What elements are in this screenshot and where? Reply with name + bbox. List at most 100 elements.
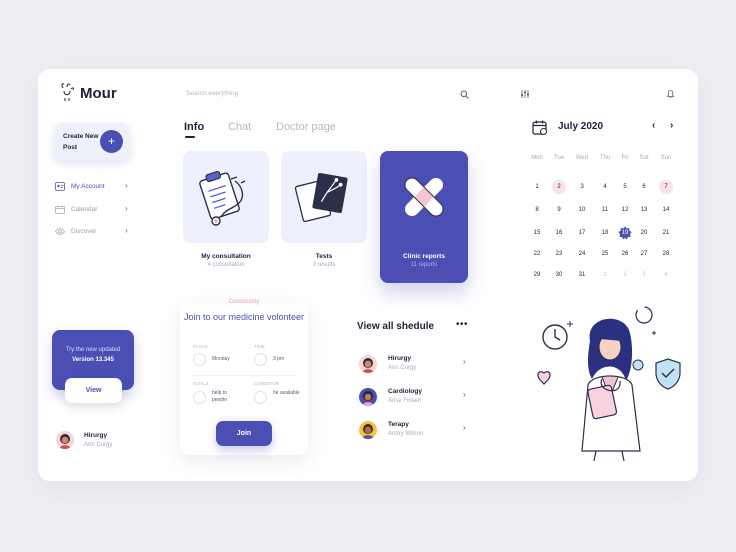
place-icon <box>193 353 206 366</box>
create-post-label: Create New Post <box>63 133 99 151</box>
calendar-day[interactable]: 10 <box>575 203 589 217</box>
calendar-day[interactable]: 18 <box>598 226 612 240</box>
logo-icon <box>61 83 74 101</box>
tab-chat[interactable]: Chat <box>228 121 251 133</box>
plus-icon: + <box>100 130 123 153</box>
chevron-right-icon: › <box>125 181 128 190</box>
calendar-day[interactable]: 29 <box>530 268 544 282</box>
calendar-day[interactable]: 12 <box>618 203 632 217</box>
field-value: Monday <box>212 356 230 362</box>
filter-sliders-icon[interactable] <box>520 89 530 99</box>
calendar-day[interactable]: 19 <box>618 226 632 240</box>
sidebar-item-my-account[interactable]: My Account › <box>55 181 131 193</box>
schedule-title[interactable]: View all shedule <box>357 321 434 332</box>
volunteer-title: Join to our medicine volonteer <box>183 312 305 322</box>
calendar-month: July 2020 <box>558 121 604 132</box>
sidebar-item-label: Discover <box>71 228 97 235</box>
calendar-day[interactable]: 15 <box>530 226 544 240</box>
search-icon[interactable] <box>460 90 469 99</box>
create-post-button[interactable]: Create New Post + <box>54 123 130 161</box>
bandage-icon <box>404 177 444 217</box>
weekday-label: Sat <box>639 155 649 161</box>
calendar-day[interactable]: 16 <box>552 226 566 240</box>
dashboard-card: Mour Create New Post + My Account › Cale… <box>38 69 698 481</box>
view-update-button[interactable]: View <box>65 378 122 403</box>
calendar-day[interactable]: 6 <box>637 180 651 194</box>
sidebar-item-label: Calendar <box>71 206 98 213</box>
calendar-day[interactable]: 28 <box>659 247 673 261</box>
tab-doctor-page[interactable]: Doctor page <box>276 121 336 133</box>
schedule-item[interactable]: Hirurgy Ann Curgy › <box>359 353 471 375</box>
community-label: Community <box>228 299 260 305</box>
calendar-day[interactable]: 7 <box>659 180 673 194</box>
weekday-label: Wed <box>575 155 589 161</box>
appointment-doctor: Ann Curgy <box>84 442 113 448</box>
calendar-day[interactable]: 23 <box>552 247 566 261</box>
calendar-day[interactable]: 3 <box>575 180 589 194</box>
calendar-day[interactable]: 25 <box>598 247 612 261</box>
xray-icon <box>294 172 348 223</box>
promo-version: Version 13.345 <box>72 357 114 363</box>
search-input[interactable]: Search everything <box>186 90 468 102</box>
tab-underline <box>185 136 195 138</box>
appointment-name: Hirurgy <box>84 432 108 439</box>
calendar-icon <box>532 120 547 135</box>
calendar-day[interactable]: 5 <box>618 180 632 194</box>
doctor-illustration <box>537 306 681 461</box>
calendar-day[interactable]: 27 <box>637 247 651 261</box>
condition-icon <box>254 391 267 404</box>
weekday-label: Thu <box>599 155 611 161</box>
calendar-day[interactable]: 11 <box>598 203 612 217</box>
schedule-doctor: Arise Finsen <box>388 398 422 404</box>
schedule-item[interactable]: Terapy Andry Wilson › <box>359 419 471 441</box>
service-card-tests[interactable] <box>281 151 367 243</box>
chevron-left-icon[interactable]: ‹ <box>652 120 655 131</box>
calendar-day[interactable]: 2 <box>552 180 566 194</box>
avatar <box>359 355 377 373</box>
service-card-consultation[interactable] <box>183 151 269 243</box>
calendar-day[interactable]: 31 <box>575 268 589 282</box>
calendar-day[interactable]: 4 <box>659 268 673 282</box>
service-count: 3 results <box>312 262 336 268</box>
field-value: 3 pm <box>273 356 285 362</box>
calendar-day[interactable]: 2 <box>618 268 632 282</box>
calendar-day[interactable]: 1 <box>530 180 544 194</box>
calendar-day[interactable]: 22 <box>530 247 544 261</box>
calendar-day[interactable]: 3 <box>637 268 651 282</box>
chevron-right-icon: › <box>125 226 128 235</box>
chevron-right-icon: › <box>463 390 466 399</box>
calendar-day[interactable]: 4 <box>598 180 612 194</box>
calendar-day[interactable]: 14 <box>659 203 673 217</box>
sidebar-item-calendar[interactable]: Calendar › <box>55 204 131 216</box>
schedule-item[interactable]: Cardiology Arise Finsen › <box>359 386 471 408</box>
schedule-name: Cardiology <box>388 388 422 395</box>
more-options-icon[interactable]: ••• <box>456 319 468 330</box>
service-label: Clinic reports <box>403 253 445 260</box>
schedule-name: Terapy <box>388 421 409 428</box>
service-card-clinic-reports[interactable]: Clinic reports 11 reports <box>380 151 468 283</box>
calendar-day[interactable]: 8 <box>530 203 544 217</box>
calendar-day[interactable]: 13 <box>637 203 651 217</box>
calendar-day[interactable]: 26 <box>618 247 632 261</box>
weekday-label: Tue <box>553 155 565 161</box>
field-head: TIME <box>254 344 265 349</box>
calendar-day[interactable]: 20 <box>637 226 651 240</box>
field-value: help to people <box>212 390 228 403</box>
field-head: PLACE <box>193 344 208 349</box>
volunteer-card: Community Join to our medicine volonteer… <box>180 299 308 455</box>
field-head: CONDITION <box>254 381 280 386</box>
current-appointment[interactable]: Hirurgy Ann Curgy <box>56 431 146 451</box>
chevron-right-icon[interactable]: › <box>670 120 673 131</box>
clock-icon <box>254 353 267 366</box>
calendar-day[interactable]: 17 <box>575 226 589 240</box>
calendar-day[interactable]: 9 <box>552 203 566 217</box>
join-button[interactable]: Join <box>216 421 272 446</box>
sidebar-item-discover[interactable]: Discover › <box>55 226 131 238</box>
calendar-day[interactable]: 21 <box>659 226 673 240</box>
bell-icon[interactable] <box>666 89 675 99</box>
tab-info[interactable]: Info <box>184 121 204 133</box>
calendar-day[interactable]: 1 <box>598 268 612 282</box>
divider <box>192 375 296 376</box>
calendar-day[interactable]: 24 <box>575 247 589 261</box>
calendar-day[interactable]: 30 <box>552 268 566 282</box>
